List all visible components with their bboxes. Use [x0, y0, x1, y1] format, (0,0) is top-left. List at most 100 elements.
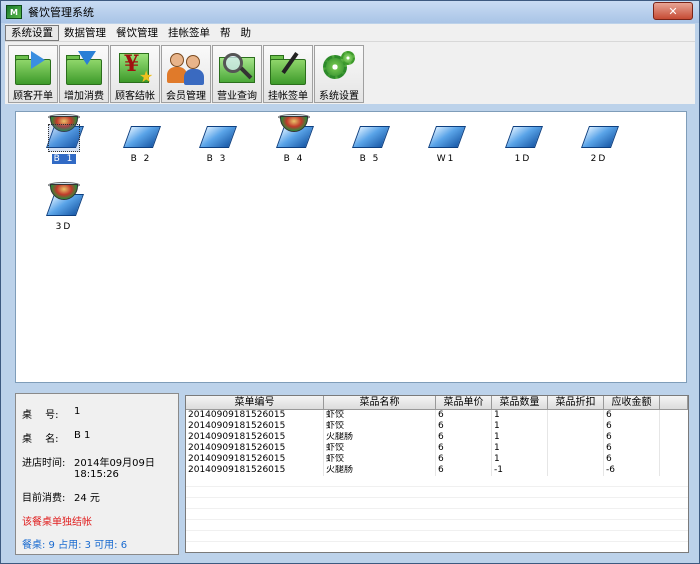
empty-table-icon — [427, 122, 467, 150]
empty-table-icon — [198, 122, 238, 150]
cell-amount: 6 — [604, 443, 660, 454]
col-header-amount[interactable]: 应收金额 — [604, 396, 660, 409]
table-row[interactable]: 20140909181526015 虾饺 6 1 6 — [186, 454, 688, 465]
cell-amount: 6 — [604, 410, 660, 421]
table-b3[interactable]: B 3 — [187, 114, 247, 174]
grid-header: 菜单编号 菜品名称 菜品单价 菜品数量 菜品折扣 应收金额 — [186, 396, 688, 410]
table-1d[interactable]: 1D — [493, 114, 553, 174]
add-consumption-button[interactable]: 增加消费 — [59, 45, 109, 103]
empty-row — [186, 498, 688, 509]
occupied-table-icon — [45, 114, 85, 152]
business-query-button[interactable]: 营业查询 — [212, 45, 262, 103]
cell-dish-name: 虾饺 — [324, 454, 436, 465]
cell-quantity: 1 — [492, 421, 548, 432]
table-2d[interactable]: 2D — [569, 114, 629, 174]
menu-dining-management[interactable]: 餐饮管理 — [111, 25, 163, 41]
col-header-order-id[interactable]: 菜单编号 — [186, 396, 324, 409]
table-row[interactable]: 20140909181526015 虾饺 6 1 6 — [186, 421, 688, 432]
table-label: 3D — [55, 222, 73, 232]
table-row[interactable]: 20140909181526015 火腿肠 6 -1 -6 — [186, 465, 688, 476]
cell-order-id: 20140909181526015 — [186, 443, 324, 454]
cell-dish-name: 火腿肠 — [324, 465, 436, 476]
table-label: B 2 — [130, 154, 152, 164]
cell-quantity: 1 — [492, 454, 548, 465]
table-label: 1D — [514, 154, 532, 164]
menu-help-1[interactable]: 帮 — [215, 25, 236, 41]
magnifier-icon — [217, 49, 257, 84]
gear-icon — [319, 49, 359, 84]
cell-unit-price: 6 — [436, 410, 492, 421]
system-settings-button[interactable]: 系统设置 — [314, 45, 364, 103]
table-name-label: 桌 名: — [22, 434, 59, 445]
menu-help-2[interactable]: 助 — [236, 25, 257, 41]
col-header-unit-price[interactable]: 菜品单价 — [436, 396, 492, 409]
entry-clock-value: 18:15:26 — [74, 469, 119, 480]
empty-table-icon — [580, 122, 620, 150]
folder-open-icon — [13, 49, 53, 85]
order-grid: 菜单编号 菜品名称 菜品单价 菜品数量 菜品折扣 应收金额 2014090918… — [185, 395, 689, 553]
cell-discount — [548, 454, 604, 465]
col-header-discount[interactable]: 菜品折扣 — [548, 396, 604, 409]
cell-unit-price: 6 — [436, 421, 492, 432]
folder-download-icon — [64, 49, 104, 85]
cell-dish-name: 火腿肠 — [324, 432, 436, 443]
table-name-row: 桌 名: B 1 — [22, 430, 172, 445]
table-b5[interactable]: B 5 — [340, 114, 400, 174]
menu-data-management[interactable]: 数据管理 — [59, 25, 111, 41]
title-bar: M 餐饮管理系统 ✕ — [1, 1, 699, 23]
empty-row — [186, 509, 688, 520]
open-order-label: 顾客开单 — [13, 91, 53, 102]
cell-dish-name: 虾饺 — [324, 410, 436, 421]
cell-discount — [548, 432, 604, 443]
cell-discount — [548, 443, 604, 454]
cell-quantity: 1 — [492, 432, 548, 443]
charge-sign-label: 挂帐签单 — [268, 91, 308, 102]
folder-pen-icon — [268, 49, 308, 85]
members-icon — [166, 49, 206, 85]
open-order-button[interactable]: 顾客开单 — [8, 45, 58, 103]
table-b1[interactable]: B 1 — [34, 114, 94, 174]
cell-quantity: 1 — [492, 443, 548, 454]
charge-sign-button[interactable]: 挂帐签单 — [263, 45, 313, 103]
window-title: 餐饮管理系统 — [28, 6, 94, 19]
current-spend-value: 24 元 — [74, 493, 100, 504]
table-row[interactable]: 20140909181526015 虾饺 6 1 6 — [186, 443, 688, 454]
member-management-label: 会员管理 — [166, 91, 206, 102]
cell-unit-price: 6 — [436, 465, 492, 476]
checkout-button[interactable]: ¥ ★ 顾客结帐 — [110, 45, 160, 103]
separate-checkout-warning: 该餐桌单独结帐 — [22, 517, 92, 528]
member-management-button[interactable]: 会员管理 — [161, 45, 211, 103]
cell-amount: 6 — [604, 432, 660, 443]
business-query-label: 营业查询 — [217, 91, 257, 102]
table-row[interactable]: 20140909181526015 火腿肠 6 1 6 — [186, 432, 688, 443]
close-button[interactable]: ✕ — [653, 2, 693, 20]
table-label: B 5 — [359, 154, 381, 164]
cell-discount — [548, 421, 604, 432]
table-b4[interactable]: B 4 — [264, 114, 324, 174]
col-header-quantity[interactable]: 菜品数量 — [492, 396, 548, 409]
menu-bar: 系统设置 数据管理 餐饮管理 挂帐签单 帮 助 — [5, 24, 695, 42]
menu-charge-sign[interactable]: 挂帐签单 — [163, 25, 215, 41]
cell-quantity: 1 — [492, 410, 548, 421]
table-w1[interactable]: W1 — [416, 114, 476, 174]
table-number-row: 桌 号: 1 — [22, 406, 172, 421]
empty-row — [186, 531, 688, 542]
table-label: B 1 — [51, 154, 77, 164]
table-row[interactable]: 20140909181526015 虾饺 6 1 6 — [186, 410, 688, 421]
cell-amount: 6 — [604, 421, 660, 432]
cell-discount — [548, 410, 604, 421]
table-b2[interactable]: B 2 — [111, 114, 171, 174]
tables-pane: B 1 B 2 B 3 B 4 B 5 W1 1D 2D 3D — [15, 111, 687, 383]
cell-order-id: 20140909181526015 — [186, 454, 324, 465]
menu-system-settings[interactable]: 系统设置 — [5, 24, 59, 41]
col-header-dish-name[interactable]: 菜品名称 — [324, 396, 436, 409]
empty-table-icon — [351, 122, 391, 150]
entry-time-label: 进店时间: — [22, 458, 66, 469]
empty-row — [186, 520, 688, 531]
cell-amount: 6 — [604, 454, 660, 465]
cell-unit-price: 6 — [436, 432, 492, 443]
table-3d[interactable]: 3D — [34, 182, 94, 242]
table-label: 2D — [590, 154, 608, 164]
app-icon: M — [6, 5, 22, 19]
checkout-label: 顾客结帐 — [115, 91, 155, 102]
